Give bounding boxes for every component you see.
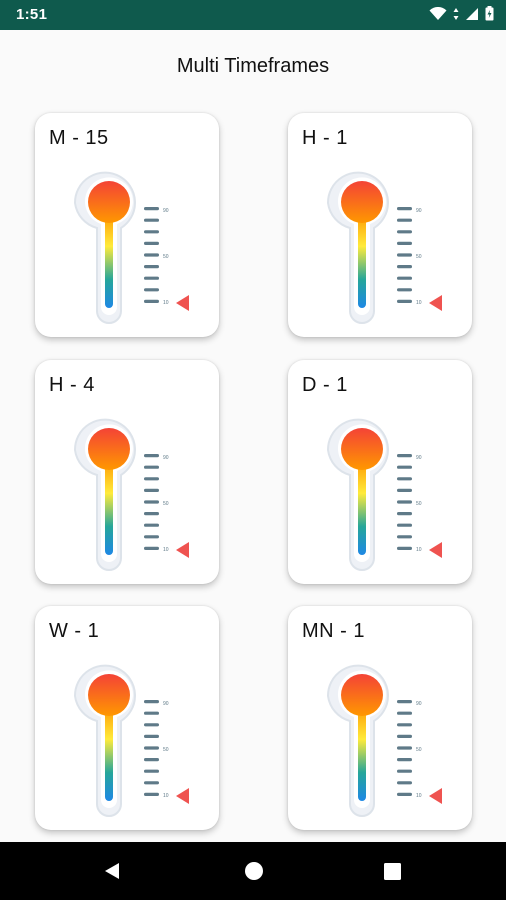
level-indicator-icon: [176, 788, 189, 804]
thermometer-gauge: 90 50 10: [326, 171, 442, 324]
level-indicator-icon: [429, 542, 442, 558]
level-indicator-icon: [429, 788, 442, 804]
scale-label-top: 90: [163, 208, 169, 214]
timeframe-card[interactable]: MN - 1 90 50 10: [288, 606, 472, 830]
scale-label-top: 90: [163, 455, 169, 461]
scale-label-bottom: 10: [416, 300, 422, 306]
scale-label-mid: 50: [163, 254, 169, 260]
scale-label-bottom: 10: [163, 793, 169, 799]
data-arrows-icon: [453, 7, 459, 20]
timeframe-card[interactable]: H - 1 90 50 10: [288, 113, 472, 337]
timeframe-label: H - 4: [49, 374, 95, 396]
level-indicator-icon: [429, 295, 442, 311]
timeframe-card[interactable]: D - 1 90 50 10: [288, 360, 472, 584]
wifi-icon: [429, 6, 447, 20]
timeframe-card[interactable]: H - 4 90 50 10: [35, 360, 219, 584]
scale-label-mid: 50: [163, 747, 169, 753]
scale-label-mid: 50: [416, 747, 422, 753]
navigation-bar: [0, 842, 506, 900]
timeframe-label: H - 1: [302, 127, 348, 149]
scale-label-mid: 50: [163, 501, 169, 507]
scale-label-top: 90: [416, 208, 422, 214]
scale-label-top: 90: [163, 701, 169, 707]
thermometer-gauge: 90 50 10: [73, 418, 189, 571]
page-title: Multi Timeframes: [176, 55, 330, 77]
status-time: 1:51: [16, 6, 48, 23]
scale-label-mid: 50: [416, 501, 422, 507]
recents-icon[interactable]: [384, 863, 401, 880]
scale-label-mid: 50: [416, 254, 422, 260]
thermometer-gauge: 90 50 10: [73, 664, 189, 817]
back-icon[interactable]: [102, 861, 122, 881]
thermometer-gauge: 90 50 10: [73, 171, 189, 324]
timeframe-label: W - 1: [49, 620, 100, 642]
scale-label-bottom: 10: [163, 300, 169, 306]
thermometer-gauge: 90 50 10: [326, 418, 442, 571]
timeframe-label: MN - 1: [302, 620, 365, 642]
thermometer-gauge: 90 50 10: [326, 664, 442, 817]
status-bar: 1:51: [0, 0, 506, 30]
battery-icon: [485, 6, 494, 21]
signal-icon: [466, 7, 478, 20]
scale-label-bottom: 10: [163, 547, 169, 553]
timeframe-card[interactable]: M - 15 90 50 10: [35, 113, 219, 337]
scale-label-bottom: 10: [416, 793, 422, 799]
timeframe-label: M - 15: [49, 127, 109, 149]
scale-label-top: 90: [416, 455, 422, 461]
scale-label-bottom: 10: [416, 547, 422, 553]
status-icons: [429, 6, 494, 21]
level-indicator-icon: [176, 542, 189, 558]
level-indicator-icon: [176, 295, 189, 311]
home-icon[interactable]: [244, 861, 264, 881]
scale-label-top: 90: [416, 701, 422, 707]
timeframe-label: D - 1: [302, 374, 348, 396]
timeframe-card[interactable]: W - 1 90 50 10: [35, 606, 219, 830]
